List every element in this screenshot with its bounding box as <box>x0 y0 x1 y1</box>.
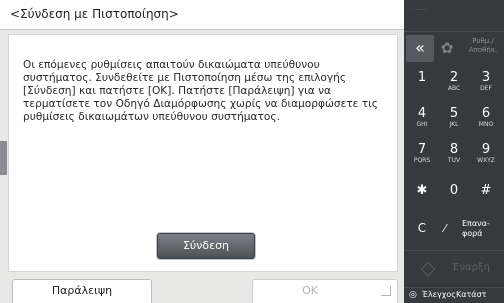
key-letters: TUV <box>447 157 461 164</box>
key-5[interactable]: 5 JKL <box>438 102 470 136</box>
key-letters: MNO <box>478 121 494 128</box>
key-digit: 6 <box>481 106 491 121</box>
key-hash[interactable]: # <box>470 174 502 208</box>
key-7[interactable]: 7 PQRS <box>406 138 438 172</box>
panel-header: ····· <box>404 0 504 32</box>
start-icon: ◇ <box>420 257 436 279</box>
status-monitor-button[interactable]: ◎ ΈλεγχοςΚατάστ <box>404 287 504 303</box>
pencil-icon: ⁄ <box>444 222 446 235</box>
key-digit: ✱ <box>416 183 428 198</box>
ok-button[interactable]: OK <box>252 279 398 303</box>
status-monitor-label: ΈλεγχοςΚατάστ <box>422 290 487 299</box>
page-title: <Σύνδεση με Πιστοποίηση> <box>0 0 404 30</box>
keypad-panel: ····· « ✿ Ρυθμ./ Αποθήκ. 1 2 ABC 3 DEF 4… <box>404 0 504 303</box>
key-letters: PQRS <box>413 157 431 164</box>
key-3[interactable]: 3 DEF <box>470 66 502 100</box>
key-1[interactable]: 1 <box>406 66 438 100</box>
key-letters: WXYZ <box>477 157 495 164</box>
key-8[interactable]: 8 TUV <box>438 138 470 172</box>
corner-arrow-icon <box>381 286 391 296</box>
key-digit: 0 <box>449 183 459 198</box>
key-6[interactable]: 6 MNO <box>470 102 502 136</box>
key-digit: 4 <box>417 106 427 121</box>
start-label: Έναρξη <box>452 262 490 273</box>
panel-dots: ····· <box>412 6 429 14</box>
key-0[interactable]: 0 <box>438 174 470 208</box>
correct-label: Επανα- φορά <box>462 219 490 238</box>
key-9[interactable]: 9 WXYZ <box>470 138 502 172</box>
ok-button-label: OK <box>302 284 318 297</box>
message-text: Οι επόμενες ρυθμίσεις απαιτούν δικαιώματ… <box>23 59 378 123</box>
key-letters: ABC <box>447 85 461 92</box>
side-tab <box>0 141 7 175</box>
clear-button[interactable]: C <box>406 210 438 246</box>
connect-button[interactable]: Σύνδεση <box>157 233 255 259</box>
back-icon[interactable]: « <box>406 35 434 62</box>
key-letters: JKL <box>449 121 459 128</box>
message-panel: Οι επόμενες ρυθμίσεις απαιτούν δικαιώματ… <box>8 34 398 272</box>
settings-save-label[interactable]: Ρυθμ./ Αποθήκ. <box>462 37 504 55</box>
gear-icon[interactable]: ✿ <box>438 39 456 57</box>
start-button[interactable]: ◇ Έναρξη <box>404 250 504 286</box>
key-digit: 1 <box>417 70 427 85</box>
status-monitor-icon: ◎ <box>409 290 417 300</box>
key-digit: 5 <box>449 106 459 121</box>
key-letters: GHI <box>416 121 428 128</box>
key-4[interactable]: 4 GHI <box>406 102 438 136</box>
key-letters: DEF <box>480 85 492 92</box>
key-digit: # <box>480 183 492 198</box>
key-star[interactable]: ✱ <box>406 174 438 208</box>
key-digit: 3 <box>481 70 491 85</box>
correct-button[interactable]: ⁄ Επανα- φορά <box>440 210 504 246</box>
key-digit: 8 <box>449 142 459 157</box>
key-digit: 7 <box>417 142 427 157</box>
key-digit: 2 <box>449 70 459 85</box>
main-screen: <Σύνδεση με Πιστοποίηση> Οι επόμενες ρυθ… <box>0 0 404 303</box>
key-2[interactable]: 2 ABC <box>438 66 470 100</box>
nav-row: « ✿ Ρυθμ./ Αποθήκ. <box>404 34 504 63</box>
key-digit: 9 <box>481 142 491 157</box>
skip-button[interactable]: Παράλειψη <box>12 279 152 303</box>
